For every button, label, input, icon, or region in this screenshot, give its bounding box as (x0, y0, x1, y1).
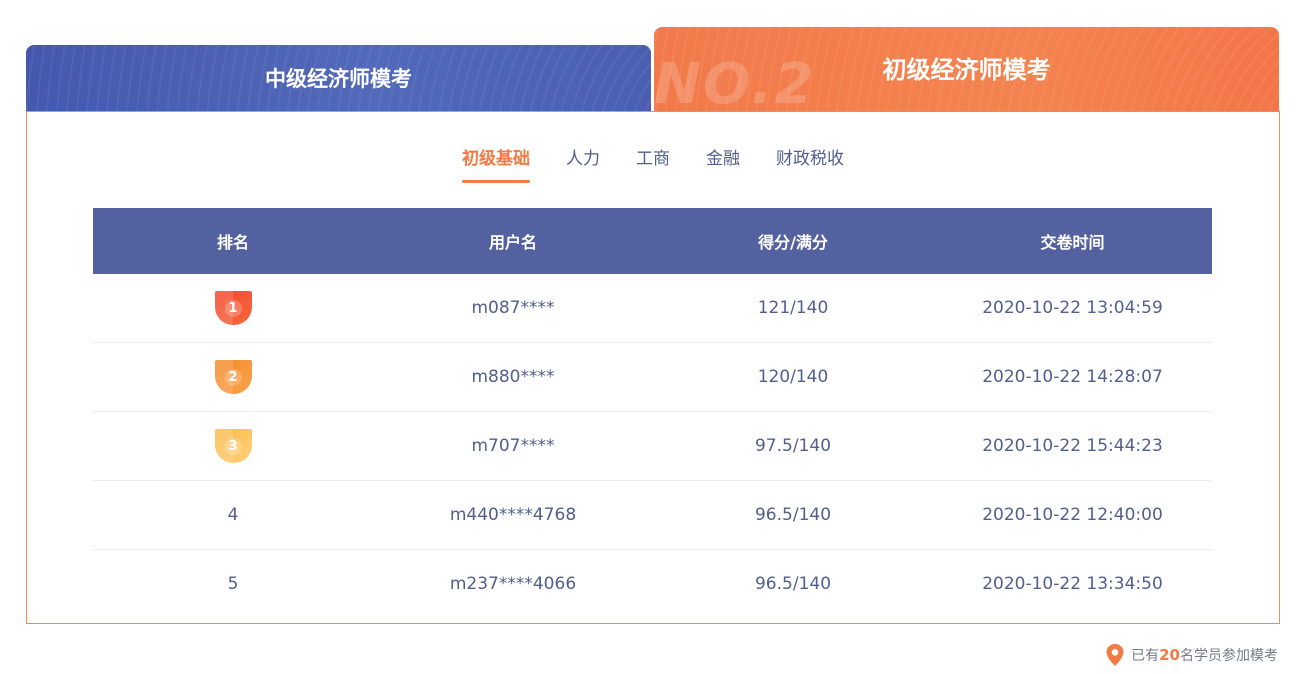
header-username: 用户名 (373, 229, 653, 253)
rank-cell: 3 (93, 429, 373, 463)
username-cell: m880**** (373, 367, 653, 387)
header-submit-time: 交卷时间 (933, 229, 1212, 253)
tab-label: 中级经济师模考 (265, 63, 412, 93)
score-cell: 121/140 (653, 298, 933, 318)
time-cell: 2020-10-22 13:34:50 (933, 574, 1212, 594)
time-cell: 2020-10-22 12:40:00 (933, 505, 1212, 525)
header-score: 得分/满分 (653, 229, 933, 253)
subtab-taxation[interactable]: 财政税收 (776, 144, 844, 183)
tab-label: 初级经济师模考 (883, 50, 1051, 85)
table-row: 1 m087**** 121/140 2020-10-22 13:04:59 (93, 274, 1212, 343)
table-row: 4 m440****4768 96.5/140 2020-10-22 12:40… (93, 481, 1212, 550)
score-cell: 120/140 (653, 367, 933, 387)
table-row: 2 m880**** 120/140 2020-10-22 14:28:07 (93, 343, 1212, 412)
subtab-hr[interactable]: 人力 (566, 144, 600, 183)
gold-medal-icon: 1 (215, 291, 252, 325)
table-row: 5 m237****4066 96.5/140 2020-10-22 13:34… (93, 550, 1212, 618)
medal-number: 3 (225, 438, 242, 455)
username-cell: m707**** (373, 436, 653, 456)
tab-intermediate-economist[interactable]: 中级经济师模考 (26, 45, 651, 111)
silver-medal-icon: 2 (215, 360, 252, 394)
participants-count: 20 (1159, 646, 1180, 664)
table-header: 排名 用户名 得分/满分 交卷时间 (93, 208, 1212, 274)
score-cell: 97.5/140 (653, 436, 933, 456)
medal-number: 2 (225, 369, 242, 386)
subtab-business[interactable]: 工商 (636, 144, 670, 183)
medal-number: 1 (225, 300, 242, 317)
participants-note: 已有 20 名学员参加模考 (1105, 643, 1278, 667)
username-cell: m237****4066 (373, 574, 653, 594)
table-row: 3 m707**** 97.5/140 2020-10-22 15:44:23 (93, 412, 1212, 481)
participants-prefix: 已有 (1131, 645, 1159, 665)
ranking-panel: 初级基础 人力 工商 金融 财政税收 排名 用户名 得分/满分 交卷时间 1 m… (26, 111, 1280, 624)
ranking-table: 排名 用户名 得分/满分 交卷时间 1 m087**** 121/140 202… (93, 208, 1212, 618)
location-pin-icon (1105, 643, 1125, 667)
time-cell: 2020-10-22 15:44:23 (933, 436, 1212, 456)
subtab-basics[interactable]: 初级基础 (462, 144, 530, 183)
score-cell: 96.5/140 (653, 574, 933, 594)
username-cell: m087**** (373, 298, 653, 318)
header-rank: 排名 (93, 229, 373, 253)
bronze-medal-icon: 3 (215, 429, 252, 463)
rank-cell: 2 (93, 360, 373, 394)
subject-tabs: 初级基础 人力 工商 金融 财政税收 (27, 144, 1279, 183)
rank-cell: 4 (93, 505, 373, 525)
rank-cell: 5 (93, 574, 373, 594)
time-cell: 2020-10-22 14:28:07 (933, 367, 1212, 387)
tab-junior-economist[interactable]: NO.2 初级经济师模考 (654, 27, 1279, 111)
subtab-finance[interactable]: 金融 (706, 144, 740, 183)
participants-suffix: 名学员参加模考 (1180, 645, 1278, 665)
time-cell: 2020-10-22 13:04:59 (933, 298, 1212, 318)
username-cell: m440****4768 (373, 505, 653, 525)
score-cell: 96.5/140 (653, 505, 933, 525)
rank-cell: 1 (93, 291, 373, 325)
tab-watermark: NO.2 (654, 52, 815, 111)
